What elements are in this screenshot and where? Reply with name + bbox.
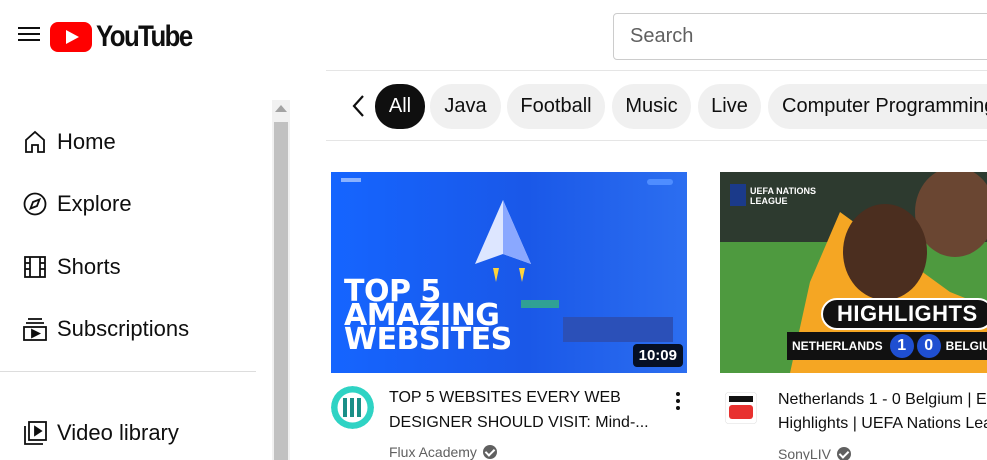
video-thumbnail[interactable]: TOP 5 AMAZING WEBSITES 10:09: [331, 172, 687, 373]
library-icon: [24, 421, 47, 445]
sidebar-scrollbar[interactable]: [272, 100, 290, 460]
subscriptions-icon: [23, 318, 47, 341]
verified-icon: [836, 447, 851, 460]
sidebar-item-library[interactable]: Video library: [0, 409, 256, 457]
logo-text: YouTube: [96, 20, 193, 53]
chip-computer-programming[interactable]: Computer Programming: [768, 84, 987, 129]
home-team: NETHERLANDS: [792, 339, 883, 353]
highlights-banner: HIGHLIGHTS: [821, 298, 987, 330]
sidebar-divider: [0, 371, 256, 372]
sidebar: Home Explore Shorts Subscriptions Video …: [0, 100, 271, 460]
compass-icon: [23, 192, 47, 216]
sidebar-item-home[interactable]: Home: [0, 118, 256, 166]
scroll-up-arrow-icon[interactable]: [275, 105, 287, 112]
chip-all[interactable]: All: [375, 84, 425, 129]
sidebar-item-label: Shorts: [57, 254, 121, 279]
more-options-icon[interactable]: [672, 390, 684, 412]
sidebar-item-label: Video library: [57, 420, 179, 445]
chip-music[interactable]: Music: [612, 84, 691, 129]
sidebar-item-explore[interactable]: Explore: [0, 180, 256, 228]
sidebar-item-label: Subscriptions: [57, 316, 190, 341]
youtube-play-icon: [50, 22, 92, 52]
search-input[interactable]: [614, 14, 987, 59]
channel-avatar[interactable]: [725, 392, 757, 424]
video-duration: 10:09: [632, 344, 683, 367]
scrollbar-thumb[interactable]: [274, 122, 288, 460]
youtube-logo[interactable]: YouTube: [50, 20, 207, 53]
home-icon: [25, 130, 45, 153]
sidebar-item-label: Explore: [57, 191, 132, 216]
shorts-icon: [24, 256, 46, 278]
chip-live[interactable]: Live: [698, 84, 761, 129]
video-title[interactable]: TOP 5 WEBSITES EVERY WEB: [389, 386, 664, 410]
video-title[interactable]: Highlights | UEFA Nations League 22/23: [778, 412, 987, 436]
sidebar-item-shorts[interactable]: Shorts: [0, 243, 256, 291]
video-thumbnail[interactable]: UEFA NATIONS LEAGUE HIGHLIGHTS NETHERLAN…: [720, 172, 987, 373]
channel-label: Flux Academy: [389, 444, 477, 460]
filter-chips-bar: All Java Football Music Live Computer Pr…: [326, 70, 987, 141]
channel-avatar[interactable]: [331, 386, 374, 429]
uefa-badge-text: UEFA NATIONS LEAGUE: [750, 186, 817, 206]
chevron-left-icon[interactable]: [348, 93, 370, 119]
chip-football[interactable]: Football: [507, 84, 605, 129]
sidebar-item-subscriptions[interactable]: Subscriptions: [0, 305, 256, 353]
scoreboard: NETHERLANDS 1 0 BELGIUM: [787, 332, 987, 360]
search-box[interactable]: [613, 13, 987, 60]
channel-name[interactable]: Flux Academy: [389, 444, 497, 460]
channel-name[interactable]: SonyLIV: [778, 446, 851, 460]
menu-icon[interactable]: [18, 26, 40, 42]
video-title[interactable]: DESIGNER SHOULD VISIT: Mind-...: [389, 411, 664, 435]
home-score: 1: [889, 334, 914, 358]
verified-icon: [482, 445, 497, 459]
channel-label: SonyLIV: [778, 446, 831, 460]
sidebar-item-label: Home: [57, 129, 116, 154]
away-score: 0: [916, 334, 941, 358]
video-title[interactable]: Netherlands 1 - 0 Belgium | Extended: [778, 388, 987, 412]
away-team: BELGIUM: [945, 339, 987, 353]
chip-java[interactable]: Java: [430, 84, 501, 129]
thumbnail-text: WEBSITES: [344, 322, 512, 357]
